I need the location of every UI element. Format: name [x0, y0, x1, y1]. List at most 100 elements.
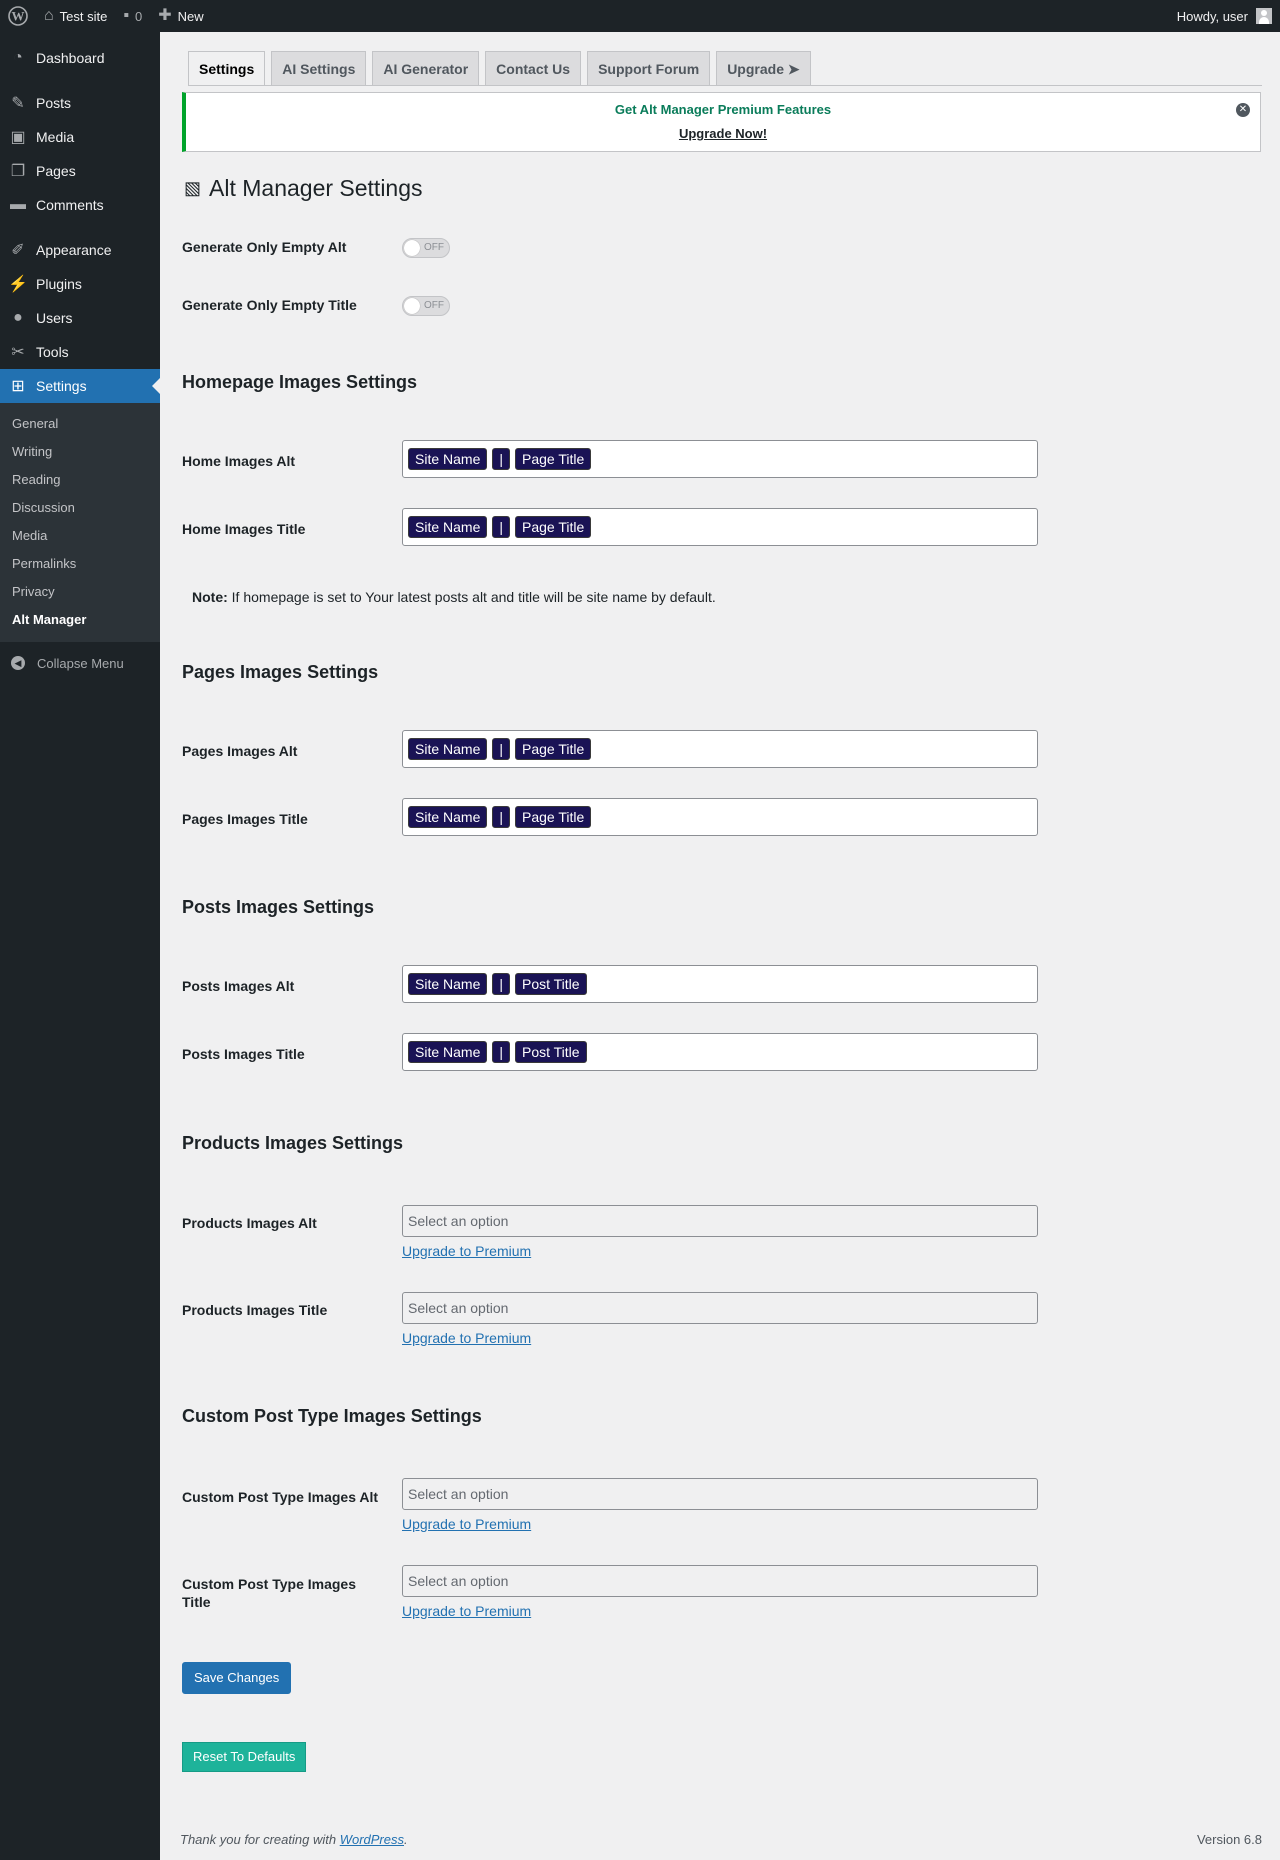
settings-tabs: Settings AI Settings AI Generator Contac… [188, 51, 817, 86]
tag-chip[interactable]: Post Title [515, 1041, 587, 1063]
site-name: Test site [59, 8, 108, 24]
tag-chip[interactable]: Site Name [408, 806, 488, 828]
tag-chip[interactable]: Page Title [515, 516, 592, 538]
tab-settings[interactable]: Settings [188, 51, 266, 86]
tag-chip[interactable]: | [492, 1041, 510, 1063]
reset-defaults-button[interactable]: Reset To Defaults [182, 1742, 307, 1772]
cpt-title-select[interactable]: Select an option [402, 1565, 1038, 1597]
empty-title-toggle[interactable]: OFF [402, 296, 450, 316]
wordpress-logo[interactable]: W [0, 0, 36, 32]
toggle-knob [404, 298, 420, 314]
media-icon: ▣ [10, 129, 26, 146]
cpt-alt-select[interactable]: Select an option [402, 1478, 1038, 1510]
sidebar-item-pages[interactable]: ❐ Pages [0, 154, 160, 188]
submenu-item-writing[interactable]: Writing [0, 438, 160, 466]
tab-contact-us[interactable]: Contact Us [485, 51, 582, 86]
sidebar-item-dashboard[interactable]: ◔ Dashboard [0, 41, 160, 75]
home-title-label: Home Images Title [182, 521, 306, 537]
home-alt-input[interactable]: Site Name | Page Title [402, 440, 1038, 478]
products-title-label: Products Images Title [182, 1302, 328, 1318]
sidebar-item-plugins[interactable]: ⚡ Plugins [0, 267, 160, 301]
site-name-link[interactable]: ⌂ Test site [36, 0, 115, 32]
submenu-item-media[interactable]: Media [0, 522, 160, 550]
new-content-link[interactable]: ✚ New [150, 0, 211, 32]
tag-chip[interactable]: Site Name [408, 516, 488, 538]
tag-chip[interactable]: Page Title [515, 738, 592, 760]
images-icon: ▧ [184, 178, 202, 198]
home-title-input[interactable]: Site Name | Page Title [402, 508, 1038, 546]
tab-support-forum[interactable]: Support Forum [587, 51, 711, 86]
tag-chip[interactable]: | [492, 516, 510, 538]
toggle-state: OFF [424, 300, 444, 311]
tag-chip[interactable]: Site Name [408, 1041, 488, 1063]
collapse-label: Collapse Menu [37, 655, 124, 671]
pages-alt-input[interactable]: Site Name | Page Title [402, 730, 1038, 768]
upgrade-now-link[interactable]: Upgrade Now! [679, 126, 767, 141]
sidebar-item-label: Posts [36, 95, 72, 111]
plus-icon: ✚ [158, 7, 172, 24]
upgrade-to-premium-link[interactable]: Upgrade to Premium [402, 1603, 531, 1619]
sidebar-item-media[interactable]: ▣ Media [0, 120, 160, 154]
sidebar-item-tools[interactable]: ✂ Tools [0, 335, 160, 369]
tag-chip[interactable]: Page Title [515, 448, 592, 470]
posts-title-input[interactable]: Site Name | Post Title [402, 1033, 1038, 1071]
submenu-item-privacy[interactable]: Privacy [0, 578, 160, 606]
products-title-select[interactable]: Select an option [402, 1292, 1038, 1324]
note-label: Note: [192, 589, 228, 605]
footer-version: Version 6.8 [1196, 1832, 1262, 1847]
tag-chip[interactable]: Site Name [408, 973, 488, 995]
upgrade-to-premium-link[interactable]: Upgrade to Premium [402, 1243, 531, 1259]
tag-chip[interactable]: | [492, 806, 510, 828]
sidebar-item-label: Pages [36, 163, 76, 179]
upgrade-to-premium-link[interactable]: Upgrade to Premium [402, 1516, 531, 1532]
empty-alt-toggle[interactable]: OFF [402, 238, 450, 258]
products-alt-select[interactable]: Select an option [402, 1205, 1038, 1237]
settings-submenu: General Writing Reading Discussion Media… [0, 403, 160, 642]
tag-chip[interactable]: | [492, 448, 510, 470]
tag-chip[interactable]: Site Name [408, 448, 488, 470]
tag-chip[interactable]: Page Title [515, 806, 592, 828]
homepage-note: Note: If homepage is set to Your latest … [192, 589, 716, 605]
submenu-item-reading[interactable]: Reading [0, 466, 160, 494]
admin-sidebar: ◔ Dashboard ✎ Posts ▣ Media ❐ Pages ▬ Co… [0, 32, 160, 1860]
sidebar-item-label: Comments [36, 197, 104, 213]
settings-icon: ⊞ [11, 378, 25, 395]
new-label: New [177, 8, 204, 24]
tab-ai-settings[interactable]: AI Settings [271, 51, 367, 86]
tag-chip[interactable]: Site Name [408, 738, 488, 760]
save-changes-button[interactable]: Save Changes [182, 1662, 292, 1694]
sidebar-item-appearance[interactable]: ✐ Appearance [0, 233, 160, 267]
comments-link[interactable]: ▪ 0 [115, 0, 150, 32]
page-title-text: Alt Manager Settings [209, 175, 423, 201]
plug-icon: ⚡ [8, 276, 28, 293]
tag-chip[interactable]: | [492, 973, 510, 995]
submenu-item-alt-manager[interactable]: Alt Manager [0, 606, 160, 634]
sidebar-item-label: Tools [36, 344, 69, 360]
howdy-text: Howdy, user [1176, 8, 1248, 24]
sidebar-item-users[interactable]: ● Users [0, 301, 160, 335]
submenu-item-permalinks[interactable]: Permalinks [0, 550, 160, 578]
sidebar-item-comments[interactable]: ▬ Comments [0, 188, 160, 222]
tab-upgrade[interactable]: Upgrade ➤ [716, 51, 811, 86]
posts-alt-input[interactable]: Site Name | Post Title [402, 965, 1038, 1003]
pages-title-input[interactable]: Site Name | Page Title [402, 798, 1038, 836]
sidebar-item-label: Media [36, 129, 75, 145]
tag-chip[interactable]: Post Title [515, 973, 587, 995]
cpt-title-label: Custom Post Type Images Title [182, 1576, 357, 1610]
submenu-item-discussion[interactable]: Discussion [0, 494, 160, 522]
wordpress-link[interactable]: WordPress [340, 1832, 404, 1847]
close-icon[interactable]: ✕ [1236, 103, 1250, 117]
upgrade-to-premium-link[interactable]: Upgrade to Premium [402, 1330, 531, 1346]
empty-alt-label: Generate Only Empty Alt [182, 239, 347, 255]
collapse-menu-button[interactable]: ◀ Collapse Menu [0, 646, 160, 680]
tag-chip[interactable]: | [492, 738, 510, 760]
sidebar-item-posts[interactable]: ✎ Posts [0, 86, 160, 120]
comment-icon: ▪ [123, 7, 130, 24]
sidebar-item-settings[interactable]: ⊞ Settings [0, 369, 160, 403]
svg-text:W: W [12, 9, 25, 24]
comments-count: 0 [135, 8, 143, 24]
submenu-item-general[interactable]: General [0, 410, 160, 438]
my-account[interactable]: Howdy, user [1177, 0, 1272, 32]
home-icon: ⌂ [44, 7, 54, 24]
tab-ai-generator[interactable]: AI Generator [372, 51, 480, 86]
